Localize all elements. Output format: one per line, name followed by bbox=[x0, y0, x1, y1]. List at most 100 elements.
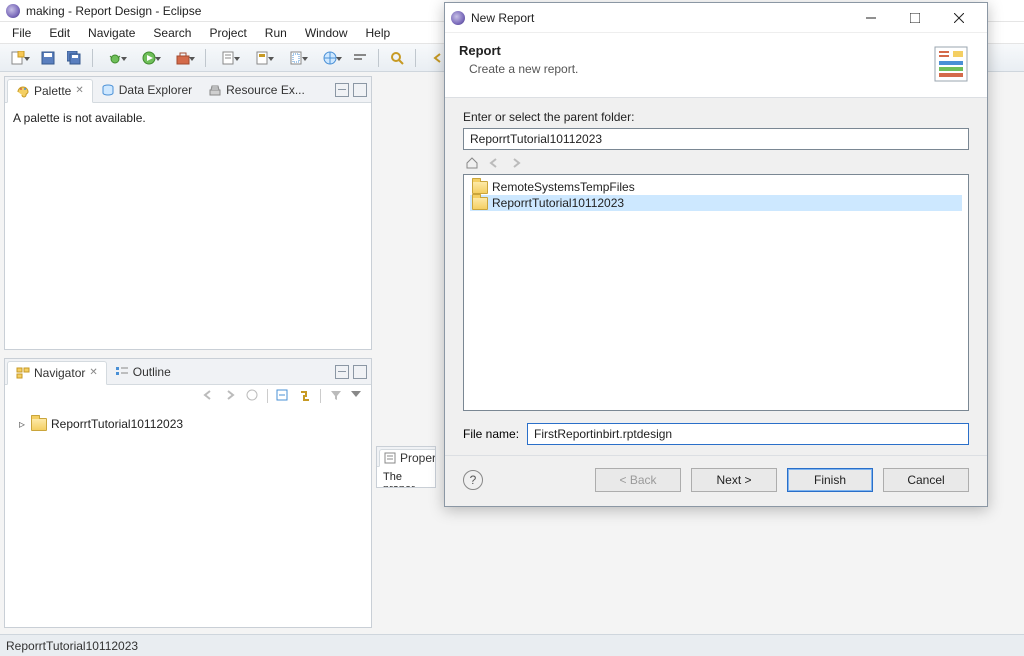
save-button[interactable] bbox=[38, 48, 58, 68]
new-library-button[interactable] bbox=[248, 48, 276, 68]
palette-tabrow: Palette ✕ Data Explorer Resource Ex... bbox=[5, 77, 371, 103]
nav-up-icon[interactable] bbox=[245, 389, 259, 403]
globe-icon bbox=[323, 51, 337, 65]
new-report-dialog: New Report Report Create a new report. bbox=[444, 2, 988, 507]
menu-edit[interactable]: Edit bbox=[41, 24, 78, 42]
minimize-view-button[interactable] bbox=[335, 83, 349, 97]
tab-palette[interactable]: Palette ✕ bbox=[7, 79, 93, 103]
palette-body: A palette is not available. bbox=[5, 103, 371, 349]
navigator-icon bbox=[16, 366, 30, 380]
filter-icon[interactable] bbox=[329, 389, 343, 403]
back-button[interactable]: < Back bbox=[595, 468, 681, 492]
navigator-toolbar bbox=[5, 385, 371, 407]
minimize-view-button[interactable] bbox=[335, 365, 349, 379]
expand-icon[interactable]: ▹ bbox=[17, 419, 27, 429]
bug-icon bbox=[108, 51, 122, 65]
report-icon bbox=[221, 51, 235, 65]
folder-tree-item-selected[interactable]: ReporrtTutorial10112023 bbox=[470, 195, 962, 211]
tab-outline[interactable]: Outline bbox=[107, 360, 179, 384]
tab-data-explorer[interactable]: Data Explorer bbox=[93, 78, 200, 102]
statusbar: ReporrtTutorial10112023 bbox=[0, 634, 1024, 656]
folder-tree-item-label: RemoteSystemsTempFiles bbox=[492, 180, 635, 194]
view-menu-icon[interactable] bbox=[351, 389, 365, 403]
dialog-close-button[interactable] bbox=[937, 4, 981, 32]
menu-run[interactable]: Run bbox=[257, 24, 295, 42]
navigator-project-label: ReporrtTutorial10112023 bbox=[51, 417, 183, 431]
toolbar-separator bbox=[92, 49, 93, 67]
run-dropdown-button[interactable] bbox=[135, 48, 163, 68]
properties-panel: Proper The proper bbox=[376, 446, 436, 488]
help-button[interactable]: ? bbox=[463, 470, 483, 490]
folder-icon bbox=[31, 418, 47, 431]
cancel-button[interactable]: Cancel bbox=[883, 468, 969, 492]
dialog-banner: Report Create a new report. bbox=[445, 33, 987, 98]
tab-outline-label: Outline bbox=[133, 365, 171, 379]
toggle-breadcrumb-button[interactable] bbox=[350, 48, 370, 68]
palette-actions bbox=[335, 83, 371, 97]
tab-properties-label: Proper bbox=[400, 451, 436, 465]
debug-dropdown-button[interactable] bbox=[101, 48, 129, 68]
folder-tree-item-label: ReporrtTutorial10112023 bbox=[492, 196, 624, 210]
dialog-subheading: Create a new report. bbox=[459, 62, 931, 76]
collapse-all-icon[interactable] bbox=[276, 389, 290, 403]
menu-file[interactable]: File bbox=[4, 24, 39, 42]
palette-icon bbox=[16, 84, 30, 98]
folder-tree[interactable]: RemoteSystemsTempFiles ReporrtTutorial10… bbox=[463, 174, 969, 411]
template-icon bbox=[289, 51, 303, 65]
dialog-footer: ? < Back Next > Finish Cancel bbox=[445, 455, 987, 506]
parent-folder-input[interactable] bbox=[463, 128, 969, 150]
save-all-icon bbox=[67, 51, 81, 65]
tab-pin-icon: ✕ bbox=[89, 367, 97, 378]
tab-navigator[interactable]: Navigator ✕ bbox=[7, 361, 107, 385]
dialog-minimize-button[interactable] bbox=[849, 4, 893, 32]
link-editor-icon[interactable] bbox=[298, 389, 312, 403]
toolbar-separator bbox=[415, 49, 416, 67]
nav-separator bbox=[267, 389, 268, 403]
search-button[interactable] bbox=[387, 48, 407, 68]
filename-row: File name: bbox=[463, 423, 969, 445]
forward-icon[interactable] bbox=[509, 157, 523, 169]
folder-tree-item[interactable]: RemoteSystemsTempFiles bbox=[470, 179, 962, 195]
arrow-left-icon bbox=[432, 52, 444, 64]
view-report-button[interactable] bbox=[316, 48, 344, 68]
external-tools-button[interactable] bbox=[169, 48, 197, 68]
maximize-view-button[interactable] bbox=[353, 83, 367, 97]
tab-resource-explorer-label: Resource Ex... bbox=[226, 83, 305, 97]
nav-separator bbox=[320, 389, 321, 403]
menu-help[interactable]: Help bbox=[358, 24, 399, 42]
toolbar-separator bbox=[205, 49, 206, 67]
back-icon[interactable] bbox=[487, 157, 501, 169]
navigator-project-row[interactable]: ▹ ReporrtTutorial10112023 bbox=[13, 415, 363, 433]
navigator-tabrow: Navigator ✕ Outline bbox=[5, 359, 371, 385]
finish-button[interactable]: Finish bbox=[787, 468, 873, 492]
menu-project[interactable]: Project bbox=[201, 24, 254, 42]
new-report-button[interactable] bbox=[214, 48, 242, 68]
menu-search[interactable]: Search bbox=[145, 24, 199, 42]
dialog-title: New Report bbox=[471, 11, 849, 25]
tab-resource-explorer[interactable]: Resource Ex... bbox=[200, 78, 313, 102]
properties-body: The proper bbox=[377, 467, 435, 488]
minimize-icon bbox=[866, 13, 876, 23]
menu-navigate[interactable]: Navigate bbox=[80, 24, 143, 42]
left-column: Palette ✕ Data Explorer Resource Ex... A bbox=[0, 72, 376, 632]
tab-properties[interactable]: Proper bbox=[379, 449, 436, 467]
save-all-button[interactable] bbox=[64, 48, 84, 68]
new-dropdown-button[interactable] bbox=[4, 48, 32, 68]
dialog-maximize-button[interactable] bbox=[893, 4, 937, 32]
maximize-icon bbox=[910, 13, 920, 23]
next-button[interactable]: Next > bbox=[691, 468, 777, 492]
menu-window[interactable]: Window bbox=[297, 24, 356, 42]
search-icon bbox=[390, 51, 404, 65]
navigator-body: ▹ ReporrtTutorial10112023 bbox=[5, 407, 371, 627]
filename-input[interactable] bbox=[527, 423, 969, 445]
tab-data-explorer-label: Data Explorer bbox=[119, 83, 192, 97]
new-template-button[interactable] bbox=[282, 48, 310, 68]
dialog-body: Enter or select the parent folder: Remot… bbox=[445, 98, 987, 455]
nav-back-icon[interactable] bbox=[201, 389, 215, 403]
home-icon[interactable] bbox=[465, 156, 479, 170]
nav-forward-icon[interactable] bbox=[223, 389, 237, 403]
maximize-view-button[interactable] bbox=[353, 365, 367, 379]
report-banner-icon bbox=[931, 43, 973, 85]
new-file-icon bbox=[11, 51, 25, 65]
save-icon bbox=[41, 51, 55, 65]
